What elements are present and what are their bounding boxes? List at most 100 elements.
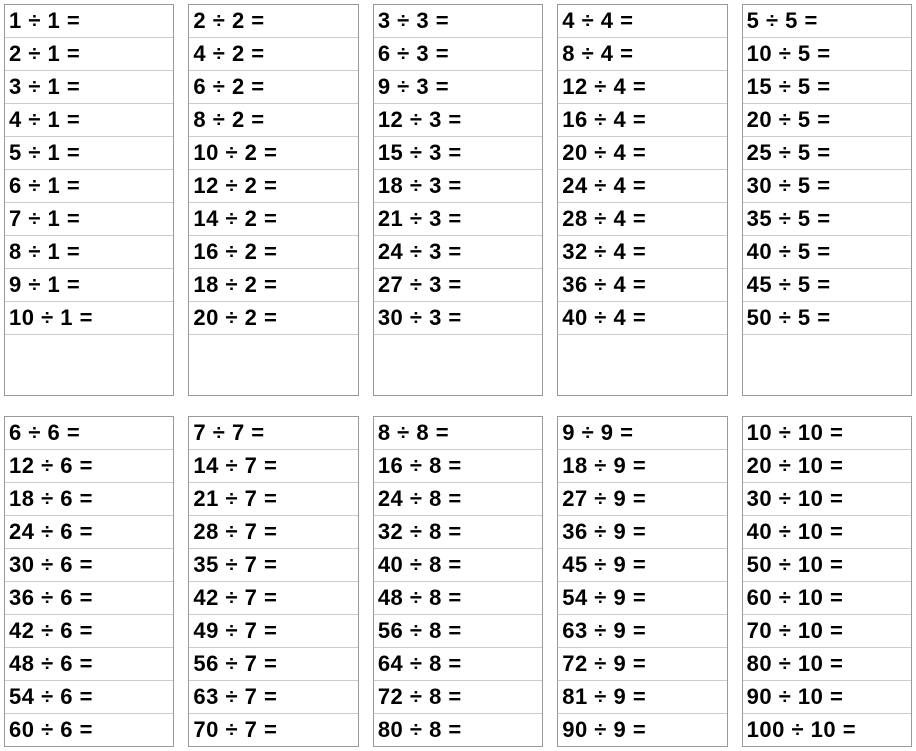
equation-cell: 14 ÷ 7 = [189, 450, 357, 483]
equation-cell: 81 ÷ 9 = [558, 681, 726, 714]
equation-cell: 42 ÷ 6 = [5, 615, 173, 648]
equation-cell: 42 ÷ 7 = [189, 582, 357, 615]
spacer [743, 335, 911, 395]
equation-cell: 15 ÷ 3 = [374, 137, 542, 170]
worksheet-container: 1 ÷ 1 = 2 ÷ 1 = 3 ÷ 1 = 4 ÷ 1 = 5 ÷ 1 = … [4, 4, 912, 747]
equation-cell: 48 ÷ 8 = [374, 582, 542, 615]
equation-cell: 18 ÷ 2 = [189, 269, 357, 302]
equation-cell: 6 ÷ 3 = [374, 38, 542, 71]
equation-cell: 3 ÷ 1 = [5, 71, 173, 104]
equation-cell: 36 ÷ 9 = [558, 516, 726, 549]
equation-cell: 54 ÷ 9 = [558, 582, 726, 615]
equation-cell: 24 ÷ 8 = [374, 483, 542, 516]
equation-cell: 40 ÷ 5 = [743, 236, 911, 269]
equation-cell: 18 ÷ 6 = [5, 483, 173, 516]
equation-cell: 2 ÷ 2 = [189, 5, 357, 38]
equation-cell: 5 ÷ 5 = [743, 5, 911, 38]
equation-cell: 10 ÷ 2 = [189, 137, 357, 170]
equation-cell: 18 ÷ 9 = [558, 450, 726, 483]
equation-cell: 9 ÷ 9 = [558, 417, 726, 450]
equation-cell: 7 ÷ 1 = [5, 203, 173, 236]
equation-cell: 24 ÷ 3 = [374, 236, 542, 269]
equation-cell: 16 ÷ 4 = [558, 104, 726, 137]
equation-cell: 8 ÷ 1 = [5, 236, 173, 269]
equation-cell: 45 ÷ 9 = [558, 549, 726, 582]
equation-cell: 6 ÷ 6 = [5, 417, 173, 450]
equation-cell: 32 ÷ 4 = [558, 236, 726, 269]
equation-cell: 100 ÷ 10 = [743, 714, 911, 746]
equation-cell: 35 ÷ 5 = [743, 203, 911, 236]
equation-cell: 16 ÷ 2 = [189, 236, 357, 269]
equation-cell: 27 ÷ 9 = [558, 483, 726, 516]
equation-cell: 15 ÷ 5 = [743, 71, 911, 104]
equation-cell: 80 ÷ 10 = [743, 648, 911, 681]
spacer [374, 335, 542, 395]
equation-cell: 7 ÷ 7 = [189, 417, 357, 450]
column-8: 8 ÷ 8 = 16 ÷ 8 = 24 ÷ 8 = 32 ÷ 8 = 40 ÷ … [373, 416, 543, 747]
equation-cell: 12 ÷ 3 = [374, 104, 542, 137]
equation-cell: 28 ÷ 7 = [189, 516, 357, 549]
equation-cell: 72 ÷ 8 = [374, 681, 542, 714]
row-group-top: 1 ÷ 1 = 2 ÷ 1 = 3 ÷ 1 = 4 ÷ 1 = 5 ÷ 1 = … [4, 4, 912, 396]
equation-cell: 21 ÷ 3 = [374, 203, 542, 236]
equation-cell: 30 ÷ 6 = [5, 549, 173, 582]
equation-cell: 8 ÷ 4 = [558, 38, 726, 71]
equation-cell: 36 ÷ 4 = [558, 269, 726, 302]
equation-cell: 30 ÷ 5 = [743, 170, 911, 203]
column-5: 5 ÷ 5 = 10 ÷ 5 = 15 ÷ 5 = 20 ÷ 5 = 25 ÷ … [742, 4, 912, 396]
equation-cell: 6 ÷ 2 = [189, 71, 357, 104]
equation-cell: 10 ÷ 1 = [5, 302, 173, 335]
equation-cell: 24 ÷ 6 = [5, 516, 173, 549]
column-9: 9 ÷ 9 = 18 ÷ 9 = 27 ÷ 9 = 36 ÷ 9 = 45 ÷ … [557, 416, 727, 747]
equation-cell: 45 ÷ 5 = [743, 269, 911, 302]
spacer [558, 335, 726, 395]
equation-cell: 2 ÷ 1 = [5, 38, 173, 71]
column-3: 3 ÷ 3 = 6 ÷ 3 = 9 ÷ 3 = 12 ÷ 3 = 15 ÷ 3 … [373, 4, 543, 396]
equation-cell: 49 ÷ 7 = [189, 615, 357, 648]
equation-cell: 56 ÷ 8 = [374, 615, 542, 648]
column-10: 10 ÷ 10 = 20 ÷ 10 = 30 ÷ 10 = 40 ÷ 10 = … [742, 416, 912, 747]
equation-cell: 27 ÷ 3 = [374, 269, 542, 302]
equation-cell: 21 ÷ 7 = [189, 483, 357, 516]
equation-cell: 16 ÷ 8 = [374, 450, 542, 483]
equation-cell: 12 ÷ 2 = [189, 170, 357, 203]
equation-cell: 20 ÷ 5 = [743, 104, 911, 137]
equation-cell: 9 ÷ 1 = [5, 269, 173, 302]
equation-cell: 4 ÷ 2 = [189, 38, 357, 71]
column-6: 6 ÷ 6 = 12 ÷ 6 = 18 ÷ 6 = 24 ÷ 6 = 30 ÷ … [4, 416, 174, 747]
equation-cell: 4 ÷ 1 = [5, 104, 173, 137]
equation-cell: 35 ÷ 7 = [189, 549, 357, 582]
column-7: 7 ÷ 7 = 14 ÷ 7 = 21 ÷ 7 = 28 ÷ 7 = 35 ÷ … [188, 416, 358, 747]
column-4: 4 ÷ 4 = 8 ÷ 4 = 12 ÷ 4 = 16 ÷ 4 = 20 ÷ 4… [557, 4, 727, 396]
equation-cell: 48 ÷ 6 = [5, 648, 173, 681]
equation-cell: 5 ÷ 1 = [5, 137, 173, 170]
equation-cell: 40 ÷ 10 = [743, 516, 911, 549]
equation-cell: 60 ÷ 6 = [5, 714, 173, 746]
equation-cell: 40 ÷ 4 = [558, 302, 726, 335]
equation-cell: 63 ÷ 7 = [189, 681, 357, 714]
equation-cell: 12 ÷ 4 = [558, 71, 726, 104]
equation-cell: 14 ÷ 2 = [189, 203, 357, 236]
equation-cell: 20 ÷ 2 = [189, 302, 357, 335]
equation-cell: 70 ÷ 10 = [743, 615, 911, 648]
equation-cell: 20 ÷ 10 = [743, 450, 911, 483]
equation-cell: 25 ÷ 5 = [743, 137, 911, 170]
equation-cell: 8 ÷ 2 = [189, 104, 357, 137]
equation-cell: 40 ÷ 8 = [374, 549, 542, 582]
equation-cell: 64 ÷ 8 = [374, 648, 542, 681]
column-2: 2 ÷ 2 = 4 ÷ 2 = 6 ÷ 2 = 8 ÷ 2 = 10 ÷ 2 =… [188, 4, 358, 396]
equation-cell: 90 ÷ 9 = [558, 714, 726, 746]
equation-cell: 3 ÷ 3 = [374, 5, 542, 38]
equation-cell: 30 ÷ 10 = [743, 483, 911, 516]
equation-cell: 12 ÷ 6 = [5, 450, 173, 483]
equation-cell: 28 ÷ 4 = [558, 203, 726, 236]
equation-cell: 10 ÷ 10 = [743, 417, 911, 450]
equation-cell: 90 ÷ 10 = [743, 681, 911, 714]
equation-cell: 54 ÷ 6 = [5, 681, 173, 714]
equation-cell: 36 ÷ 6 = [5, 582, 173, 615]
equation-cell: 63 ÷ 9 = [558, 615, 726, 648]
spacer [189, 335, 357, 395]
equation-cell: 1 ÷ 1 = [5, 5, 173, 38]
equation-cell: 56 ÷ 7 = [189, 648, 357, 681]
equation-cell: 24 ÷ 4 = [558, 170, 726, 203]
